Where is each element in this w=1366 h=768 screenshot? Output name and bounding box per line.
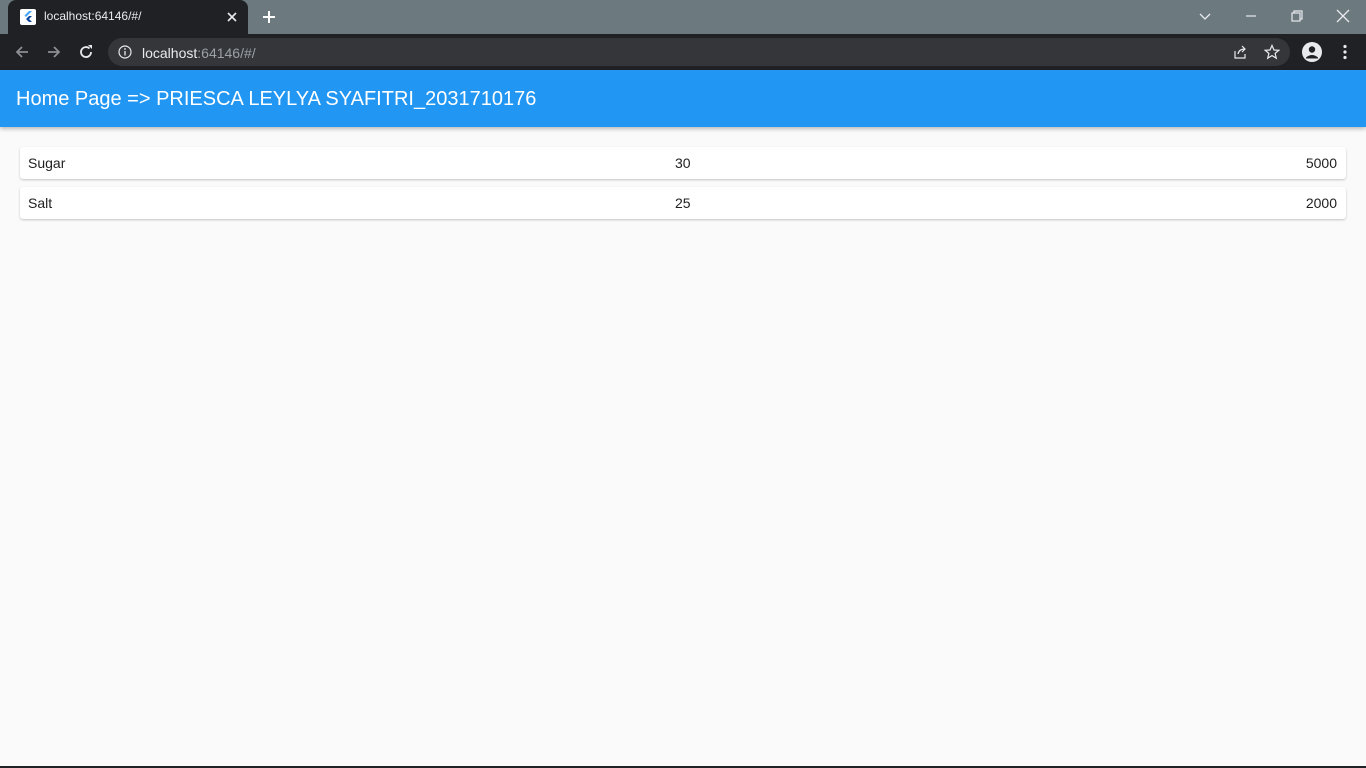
back-arrow-icon[interactable] (13, 43, 31, 61)
share-icon[interactable] (1232, 44, 1248, 60)
forward-arrow-icon[interactable] (45, 43, 63, 61)
url-text[interactable]: localhost:64146/#/ (142, 45, 256, 61)
item-name: Sugar (28, 155, 66, 171)
chevron-down-icon[interactable] (1197, 8, 1213, 24)
tab-strip: localhost:64146/#/ (0, 0, 1366, 34)
profile-icon[interactable] (1301, 41, 1323, 63)
item-list: Sugar 30 5000 Salt 25 2000 (20, 147, 1346, 227)
minimize-icon[interactable] (1243, 8, 1259, 24)
browser-tab[interactable]: localhost:64146/#/ (8, 0, 248, 34)
item-price: 5000 (1305, 155, 1337, 171)
list-item[interactable]: Salt 25 2000 (20, 187, 1346, 219)
close-icon[interactable] (224, 9, 240, 25)
url-host: localhost (142, 45, 198, 61)
item-quantity: 25 (675, 195, 691, 211)
kebab-menu-icon[interactable] (1336, 43, 1354, 61)
plus-icon[interactable] (260, 8, 278, 26)
page-title: Home Page => PRIESCA LEYLYA SYAFITRI_203… (16, 88, 537, 110)
info-icon[interactable] (118, 45, 132, 59)
item-name: Salt (28, 195, 53, 211)
tab-title: localhost:64146/#/ (44, 9, 142, 23)
restore-icon[interactable] (1289, 8, 1305, 24)
star-icon[interactable] (1264, 44, 1280, 60)
address-bar[interactable]: localhost:64146/#/ (108, 38, 1290, 66)
browser-toolbar: localhost:64146/#/ (0, 34, 1366, 70)
flutter-favicon-icon (20, 9, 36, 25)
app-bar: Home Page => PRIESCA LEYLYA SYAFITRI_203… (0, 70, 1366, 127)
item-price: 2000 (1305, 195, 1337, 211)
list-item[interactable]: Sugar 30 5000 (20, 147, 1346, 179)
item-quantity: 30 (675, 155, 691, 171)
close-window-icon[interactable] (1335, 8, 1351, 24)
url-path: :64146/#/ (197, 45, 256, 61)
reload-icon[interactable] (77, 43, 95, 61)
